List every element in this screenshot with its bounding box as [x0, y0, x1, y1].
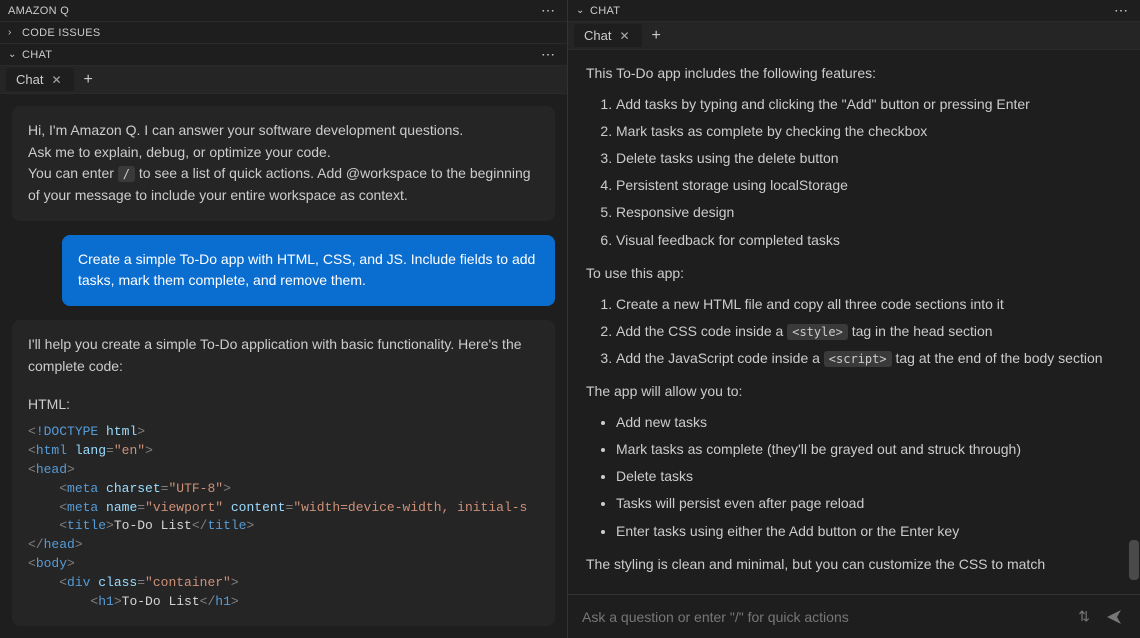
amazon-q-header[interactable]: AMAZON Q ⋯ — [0, 0, 567, 22]
list-item: Visual feedback for completed tasks — [616, 229, 1122, 252]
list-item: Delete tasks using the delete button — [616, 147, 1122, 170]
list-item: Add tasks by typing and clicking the "Ad… — [616, 93, 1122, 116]
assistant-intro: I'll help you create a simple To-Do appl… — [28, 334, 539, 377]
code-label-html: HTML: — [28, 394, 539, 416]
left-chat-body: Hi, I'm Amazon Q. I can answer your soft… — [0, 94, 567, 638]
list-item: Add new tasks — [616, 411, 1122, 434]
features-intro: This To-Do app includes the following fe… — [586, 62, 1122, 85]
expand-icon[interactable]: ⇅ — [1074, 608, 1094, 625]
chat-title-right: CHAT — [590, 5, 620, 17]
tab-chat-right[interactable]: Chat ✕ — [574, 24, 642, 47]
right-tabs-bar: Chat ✕ + — [568, 22, 1140, 50]
list-item: Delete tasks — [616, 465, 1122, 488]
styling-note: The styling is clean and minimal, but yo… — [586, 553, 1122, 576]
add-tab-icon[interactable]: + — [644, 27, 669, 45]
left-tabs-bar: Chat ✕ + — [0, 66, 567, 94]
chat-section-header-left[interactable]: ⌄ CHAT ⋯ — [0, 44, 567, 66]
scrollbar-thumb[interactable] — [1129, 540, 1139, 580]
chat-input-bar: Ask a question or enter "/" for quick ac… — [568, 594, 1140, 638]
tab-label: Chat — [16, 72, 43, 87]
system-line-2: Ask me to explain, debug, or optimize yo… — [28, 142, 539, 164]
code-script-tag: <script> — [824, 351, 892, 367]
chat-more-icon-left[interactable]: ⋯ — [537, 46, 559, 63]
code-style-tag: <style> — [787, 324, 848, 340]
system-message: Hi, I'm Amazon Q. I can answer your soft… — [12, 106, 555, 221]
code-issues-title: CODE ISSUES — [22, 27, 101, 39]
list-item: Persistent storage using localStorage — [616, 174, 1122, 197]
amazon-q-title: AMAZON Q — [8, 5, 69, 17]
tab-chat-left[interactable]: Chat ✕ — [6, 68, 74, 91]
list-item: Responsive design — [616, 201, 1122, 224]
system-line-1: Hi, I'm Amazon Q. I can answer your soft… — [28, 120, 539, 142]
amazon-q-more-icon[interactable]: ⋯ — [537, 2, 559, 19]
code-issues-header[interactable]: › CODE ISSUES — [0, 22, 567, 44]
list-item: Add the JavaScript code inside a <script… — [616, 347, 1122, 370]
slash-code: / — [118, 166, 135, 182]
list-item: Create a new HTML file and copy all thre… — [616, 293, 1122, 316]
chevron-down-icon: ⌄ — [576, 5, 586, 16]
chat-more-icon-right[interactable]: ⋯ — [1110, 2, 1132, 19]
list-item: Enter tasks using either the Add button … — [616, 520, 1122, 543]
close-icon[interactable]: ✕ — [49, 73, 63, 87]
close-icon[interactable]: ✕ — [617, 29, 631, 43]
list-item: Mark tasks as complete (they'll be graye… — [616, 438, 1122, 461]
left-panel: AMAZON Q ⋯ › CODE ISSUES ⌄ CHAT ⋯ Chat ✕… — [0, 0, 568, 638]
user-message: Create a simple To-Do app with HTML, CSS… — [62, 235, 555, 306]
chevron-down-icon: ⌄ — [8, 49, 18, 60]
system-line-3: You can enter / to see a list of quick a… — [28, 163, 539, 206]
assistant-message-left: I'll help you create a simple To-Do appl… — [12, 320, 555, 626]
chat-input[interactable]: Ask a question or enter "/" for quick ac… — [582, 609, 1066, 625]
code-block-html[interactable]: <!DOCTYPE html> <html lang="en"> <head> … — [28, 423, 539, 612]
list-item: Mark tasks as complete by checking the c… — [616, 120, 1122, 143]
usage-list: Create a new HTML file and copy all thre… — [616, 293, 1122, 370]
chat-section-header-right[interactable]: ⌄ CHAT ⋯ — [568, 0, 1140, 22]
send-icon[interactable] — [1102, 609, 1126, 625]
right-panel: ⌄ CHAT ⋯ Chat ✕ + This To-Do app include… — [568, 0, 1140, 638]
tab-label: Chat — [584, 28, 611, 43]
chevron-right-icon: › — [8, 27, 18, 38]
allow-list: Add new tasks Mark tasks as complete (th… — [616, 411, 1122, 542]
features-list: Add tasks by typing and clicking the "Ad… — [616, 93, 1122, 252]
chat-title-left: CHAT — [22, 49, 52, 61]
right-chat-body: This To-Do app includes the following fe… — [568, 50, 1140, 594]
allow-intro: The app will allow you to: — [586, 380, 1122, 403]
list-item: Tasks will persist even after page reloa… — [616, 492, 1122, 515]
add-tab-icon[interactable]: + — [76, 71, 101, 89]
usage-intro: To use this app: — [586, 262, 1122, 285]
list-item: Add the CSS code inside a <style> tag in… — [616, 320, 1122, 343]
